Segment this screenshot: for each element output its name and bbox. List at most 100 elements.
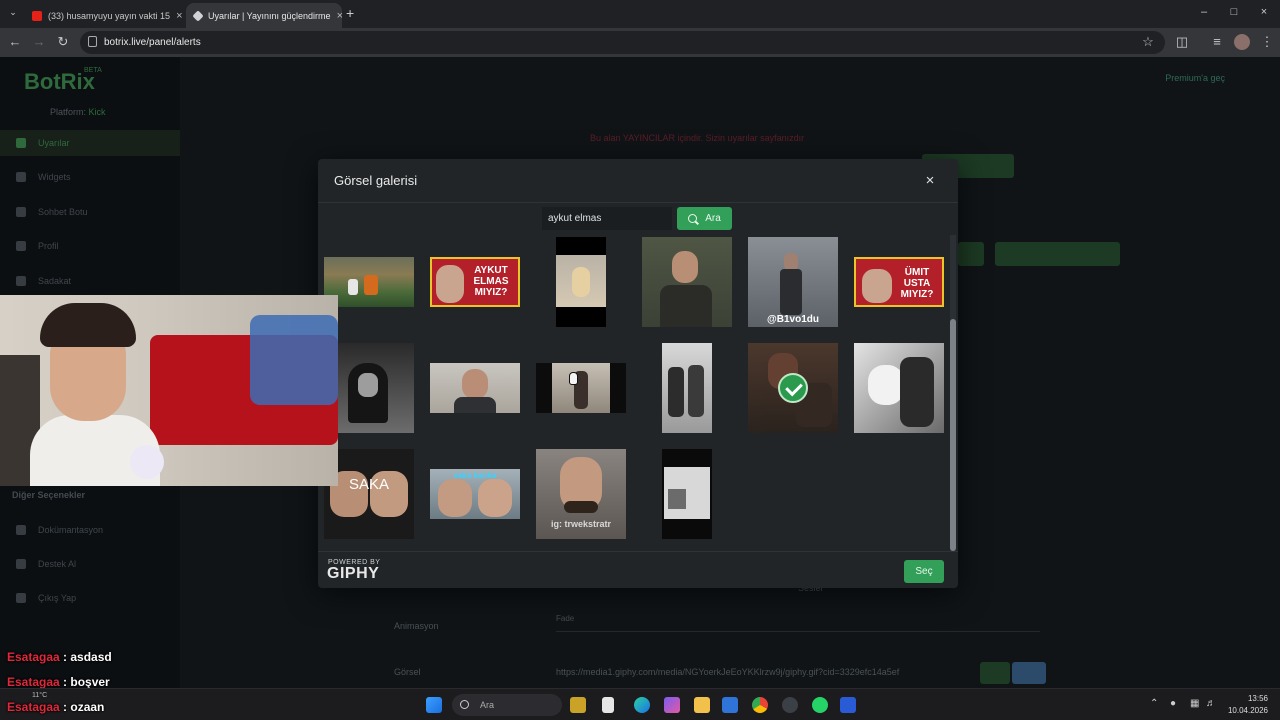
sidebar-item-label: Widgets — [38, 172, 71, 182]
alert-icon — [16, 138, 26, 148]
sidebar-item-label: Sohbet Botu — [38, 207, 88, 217]
gif-tile[interactable] — [536, 237, 626, 327]
support-icon — [16, 559, 26, 569]
tab-close-icon[interactable]: × — [170, 10, 182, 22]
chat-message: Esatagaa : asdasd — [7, 650, 112, 664]
gif-tile[interactable] — [642, 237, 732, 327]
gif-tile[interactable]: saka kanka — [430, 449, 520, 539]
platform-value: Kick — [88, 107, 106, 117]
gallery-scrollbar[interactable] — [950, 235, 956, 551]
restore-icon[interactable]: □ — [1224, 6, 1244, 18]
site-info-icon[interactable] — [88, 36, 97, 47]
new-tab-button[interactable]: + — [346, 5, 354, 21]
search-icon — [688, 214, 698, 223]
widgets-icon — [16, 172, 26, 182]
task-view-icon[interactable] — [602, 697, 614, 713]
sidebar-item-chatbot[interactable]: Sohbet Botu — [0, 199, 180, 225]
sidebar-item-docs[interactable]: Dokümantasyon — [0, 517, 180, 543]
premium-link[interactable]: Premium'a geç — [1165, 73, 1225, 83]
address-bar[interactable]: botrix.live/panel/alerts — [80, 31, 1165, 54]
close-window-icon[interactable]: × — [1254, 6, 1274, 18]
giphy-logo: GIPHY — [327, 565, 380, 582]
gif-tile[interactable] — [430, 343, 520, 433]
back-icon[interactable]: ← — [6, 34, 24, 49]
chat-text: : asdasd — [63, 650, 112, 664]
chat-username: Esatagaa — [7, 700, 60, 714]
background-new-alert-button[interactable] — [995, 242, 1120, 266]
file-explorer-icon[interactable] — [694, 697, 710, 713]
gif-tile[interactable]: ig: trwekstratr — [536, 449, 626, 539]
browser-tab-strip: ⌄ (33) husamyuyu yayın vakti 15 × Uyarıl… — [0, 0, 1280, 28]
gif-tile[interactable] — [642, 343, 732, 433]
bookmark-star-icon[interactable]: ☆ — [1139, 34, 1157, 50]
platform-info: Platform: Kick — [50, 107, 106, 117]
scrollbar-thumb[interactable] — [950, 319, 956, 551]
modal-header: Görsel galerisi × — [318, 159, 958, 203]
image-upload-button[interactable] — [980, 662, 1010, 684]
edge-icon[interactable] — [634, 697, 650, 713]
chat-username: Esatagaa — [7, 650, 60, 664]
botrix-icon — [192, 9, 204, 22]
gif-thumbnail: @B1vo1du — [748, 237, 838, 327]
gif-caption: ig: trwekstratr — [550, 519, 612, 529]
clock-time: 13:56 — [1247, 694, 1268, 703]
search-button-label: Ara — [705, 213, 721, 224]
select-button[interactable]: Seç — [904, 560, 944, 583]
beta-badge: BETA — [84, 67, 102, 74]
chat-text: : ozaan — [63, 700, 105, 714]
gif-tile-selected[interactable] — [748, 343, 838, 433]
image-url-field[interactable]: https://media1.giphy.com/media/NGYoerkJe… — [556, 667, 976, 677]
tab-botrix[interactable]: Uyarılar | Yayınını güçlendirme × — [186, 3, 342, 28]
gif-tile[interactable] — [642, 449, 732, 539]
copilot-icon[interactable] — [664, 697, 680, 713]
media-controls-icon[interactable]: ≡ — [1208, 34, 1226, 49]
minimize-icon[interactable]: – — [1194, 6, 1214, 18]
steam-icon[interactable] — [782, 697, 798, 713]
sidebar-item-support[interactable]: Destek Al — [0, 551, 180, 577]
store-icon[interactable] — [722, 697, 738, 713]
webcam-overlay — [0, 295, 338, 486]
gif-search-input[interactable] — [542, 207, 672, 230]
animation-select[interactable]: Fade — [556, 614, 1040, 632]
sidebar-item-loyalty[interactable]: Sadakat — [0, 268, 180, 294]
gif-thumbnail — [662, 343, 712, 433]
profile-avatar[interactable] — [1234, 34, 1250, 50]
sidebar-item-logout[interactable]: Çıkış Yap — [0, 585, 180, 611]
reload-icon[interactable]: ↻ — [54, 34, 72, 50]
trophy-icon — [16, 276, 26, 286]
chrome-icon[interactable] — [752, 697, 768, 713]
search-button[interactable]: Ara — [677, 207, 732, 230]
taskbar-search-placeholder: Ara — [480, 700, 495, 710]
sidebar-item-label: Profil — [38, 241, 59, 251]
extensions-icon[interactable]: ◫ — [1173, 34, 1191, 50]
network-icon[interactable]: ▦ — [1190, 698, 1199, 709]
system-clock[interactable]: 13:56 10.04.2026 — [1220, 693, 1268, 717]
gif-thumbnail: AYKUT ELMAS MIYIZ? — [430, 257, 520, 307]
sidebar-item-profile[interactable]: Profil — [0, 233, 180, 259]
tab-youtube[interactable]: (33) husamyuyu yayın vakti 15 × — [24, 3, 184, 28]
gif-tile[interactable]: @B1vo1du — [748, 237, 838, 327]
weather-widget[interactable]: 11°C — [32, 692, 47, 699]
taskbar-search[interactable]: Ara — [452, 694, 562, 716]
gif-tile[interactable]: ÜMIT USTA MIYIZ? — [854, 237, 944, 327]
tab-close-icon[interactable]: × — [331, 10, 342, 22]
image-link-button[interactable] — [1012, 662, 1046, 684]
volume-icon[interactable]: ♬ — [1206, 698, 1216, 709]
forward-icon[interactable]: → — [30, 34, 48, 49]
modal-close-button[interactable]: × — [922, 172, 938, 189]
menu-kebab-icon[interactable]: ⋮ — [1258, 34, 1276, 50]
gif-tile[interactable]: AYKUT ELMAS MIYIZ? — [430, 237, 520, 327]
widgets-app-icon[interactable] — [570, 697, 586, 713]
sidebar-item-widgets[interactable]: Widgets — [0, 164, 180, 190]
background-add-button[interactable] — [958, 242, 984, 266]
microphone-icon[interactable]: ● — [1170, 698, 1176, 709]
sidebar-item-alerts[interactable]: Uyarılar — [0, 130, 180, 156]
windows-start-icon[interactable] — [426, 697, 442, 713]
gif-tile[interactable] — [854, 343, 944, 433]
gif-thumbnail — [556, 237, 606, 327]
whatsapp-icon[interactable] — [812, 697, 828, 713]
tab-search-chevron-icon[interactable]: ⌄ — [6, 7, 20, 21]
tray-chevron-icon[interactable]: ⌃ — [1150, 698, 1158, 709]
app-icon[interactable] — [840, 697, 856, 713]
gif-tile[interactable] — [536, 343, 626, 433]
